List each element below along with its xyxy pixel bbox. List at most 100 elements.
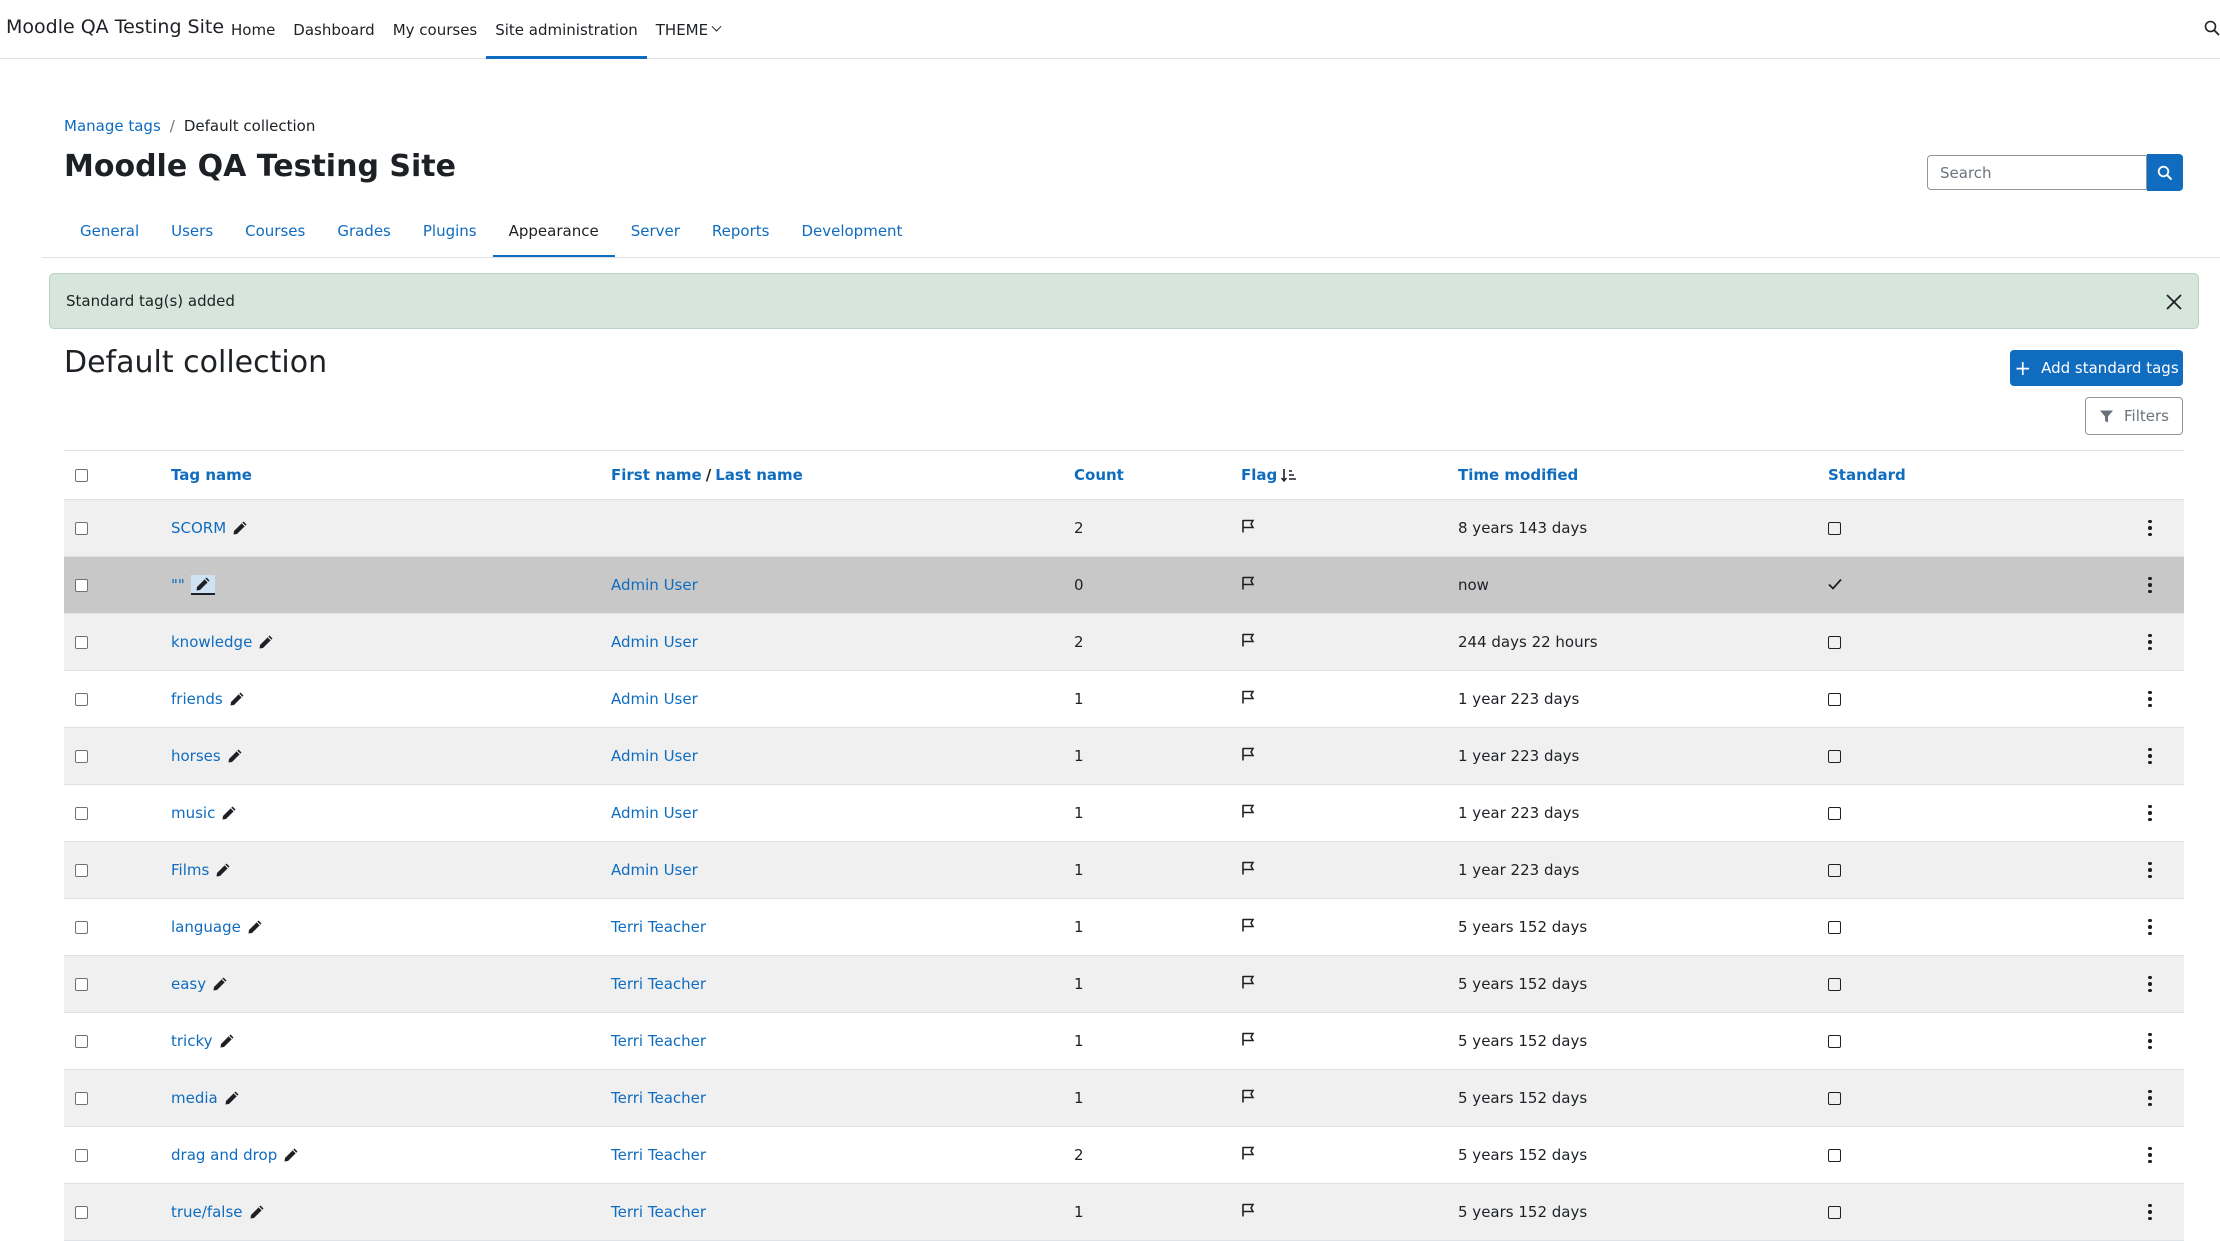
kebab-menu-icon[interactable] <box>2147 1203 2153 1221</box>
add-standard-tags-button[interactable]: + Add standard tags <box>2010 350 2183 386</box>
flag-icon[interactable] <box>1241 1146 1255 1164</box>
select-all-checkbox[interactable] <box>75 468 88 482</box>
flag-icon[interactable] <box>1241 861 1255 879</box>
tag-name-link[interactable]: music <box>171 804 215 822</box>
tab-appearance[interactable]: Appearance <box>492 204 615 258</box>
standard-checkbox-icon[interactable] <box>1828 749 1841 763</box>
filters-button[interactable]: Filters <box>2085 397 2183 435</box>
flag-icon[interactable] <box>1241 1032 1255 1050</box>
kebab-menu-icon[interactable] <box>2147 690 2153 708</box>
row-checkbox[interactable] <box>75 635 88 649</box>
pencil-icon[interactable] <box>212 976 228 992</box>
flag-icon[interactable] <box>1241 519 1255 537</box>
standard-checkbox-icon[interactable] <box>1828 806 1841 820</box>
user-link[interactable]: Admin User <box>611 690 698 708</box>
tag-name-link[interactable]: SCORM <box>171 519 226 537</box>
tag-name-link[interactable]: media <box>171 1089 218 1107</box>
nav-my-courses[interactable]: My courses <box>384 0 487 59</box>
tag-name-link[interactable]: Films <box>171 861 209 879</box>
pencil-icon[interactable] <box>215 862 231 878</box>
flag-icon[interactable] <box>1241 804 1255 822</box>
tag-name-link[interactable]: drag and drop <box>171 1146 277 1164</box>
tag-name-link[interactable]: "" <box>171 576 185 594</box>
user-link[interactable]: Admin User <box>611 804 698 822</box>
kebab-menu-icon[interactable] <box>2147 747 2153 765</box>
standard-checkbox-icon[interactable] <box>1828 1091 1841 1105</box>
header-tag-name[interactable]: Tag name <box>171 451 252 499</box>
tab-development[interactable]: Development <box>785 204 918 258</box>
close-icon[interactable] <box>2164 292 2184 312</box>
pencil-icon[interactable] <box>224 1090 240 1106</box>
flag-icon[interactable] <box>1241 747 1255 765</box>
pencil-icon[interactable] <box>232 520 248 536</box>
standard-checkbox-icon[interactable] <box>1828 863 1841 877</box>
pencil-icon[interactable] <box>249 1204 265 1220</box>
header-time-modified[interactable]: Time modified <box>1458 451 1578 499</box>
tag-name-link[interactable]: friends <box>171 690 223 708</box>
kebab-menu-icon[interactable] <box>2147 804 2153 822</box>
search-input[interactable]: Search <box>1927 155 2147 190</box>
row-checkbox[interactable] <box>75 977 88 991</box>
flag-icon[interactable] <box>1241 633 1255 651</box>
flag-icon[interactable] <box>1241 918 1255 936</box>
search-button[interactable] <box>2147 154 2183 191</box>
row-checkbox[interactable] <box>75 578 88 592</box>
pencil-icon[interactable] <box>247 919 263 935</box>
kebab-menu-icon[interactable] <box>2147 1146 2153 1164</box>
kebab-menu-icon[interactable] <box>2147 576 2153 594</box>
flag-icon[interactable] <box>1241 690 1255 708</box>
kebab-menu-icon[interactable] <box>2147 1032 2153 1050</box>
user-link[interactable]: Terri Teacher <box>611 975 706 993</box>
row-checkbox[interactable] <box>75 863 88 877</box>
tab-courses[interactable]: Courses <box>229 204 321 258</box>
tag-name-link[interactable]: horses <box>171 747 221 765</box>
row-checkbox[interactable] <box>75 1205 88 1219</box>
standard-checkbox-icon[interactable] <box>1828 635 1841 649</box>
nav-home[interactable]: Home <box>222 0 284 59</box>
pencil-icon[interactable] <box>258 634 274 650</box>
standard-checkbox-icon[interactable] <box>1828 920 1841 934</box>
header-standard[interactable]: Standard <box>1828 451 1906 499</box>
row-checkbox[interactable] <box>75 1091 88 1105</box>
nav-dashboard[interactable]: Dashboard <box>284 0 383 59</box>
row-checkbox[interactable] <box>75 749 88 763</box>
tab-users[interactable]: Users <box>155 204 229 258</box>
kebab-menu-icon[interactable] <box>2147 633 2153 651</box>
user-link[interactable]: Admin User <box>611 861 698 879</box>
pencil-icon[interactable] <box>221 805 237 821</box>
header-first-name[interactable]: First name <box>611 466 702 484</box>
pencil-icon[interactable] <box>283 1147 299 1163</box>
user-link[interactable]: Terri Teacher <box>611 1089 706 1107</box>
flag-icon[interactable] <box>1241 1203 1255 1221</box>
tab-server[interactable]: Server <box>615 204 696 258</box>
standard-checkbox-icon[interactable] <box>1828 521 1841 535</box>
tab-plugins[interactable]: Plugins <box>407 204 493 258</box>
search-icon[interactable] <box>2204 20 2220 40</box>
user-link[interactable]: Admin User <box>611 576 698 594</box>
user-link[interactable]: Terri Teacher <box>611 918 706 936</box>
user-link[interactable]: Terri Teacher <box>611 1203 706 1221</box>
tag-name-link[interactable]: easy <box>171 975 206 993</box>
flag-icon[interactable] <box>1241 576 1255 594</box>
row-checkbox[interactable] <box>75 1034 88 1048</box>
row-checkbox[interactable] <box>75 806 88 820</box>
tab-reports[interactable]: Reports <box>696 204 786 258</box>
tab-grades[interactable]: Grades <box>321 204 407 258</box>
kebab-menu-icon[interactable] <box>2147 519 2153 537</box>
pencil-icon[interactable] <box>219 1033 235 1049</box>
header-last-name[interactable]: Last name <box>715 466 803 484</box>
tag-name-link[interactable]: true/false <box>171 1203 243 1221</box>
header-count[interactable]: Count <box>1074 451 1124 499</box>
kebab-menu-icon[interactable] <box>2147 1089 2153 1107</box>
row-checkbox[interactable] <box>75 1148 88 1162</box>
flag-icon[interactable] <box>1241 1089 1255 1107</box>
flag-icon[interactable] <box>1241 975 1255 993</box>
standard-checkbox-icon[interactable] <box>1828 1034 1841 1048</box>
user-link[interactable]: Admin User <box>611 747 698 765</box>
standard-checkbox-icon[interactable] <box>1828 977 1841 991</box>
row-checkbox[interactable] <box>75 521 88 535</box>
row-checkbox[interactable] <box>75 920 88 934</box>
kebab-menu-icon[interactable] <box>2147 861 2153 879</box>
nav-site-administration[interactable]: Site administration <box>486 0 647 59</box>
breadcrumb-manage-tags[interactable]: Manage tags <box>64 117 161 135</box>
